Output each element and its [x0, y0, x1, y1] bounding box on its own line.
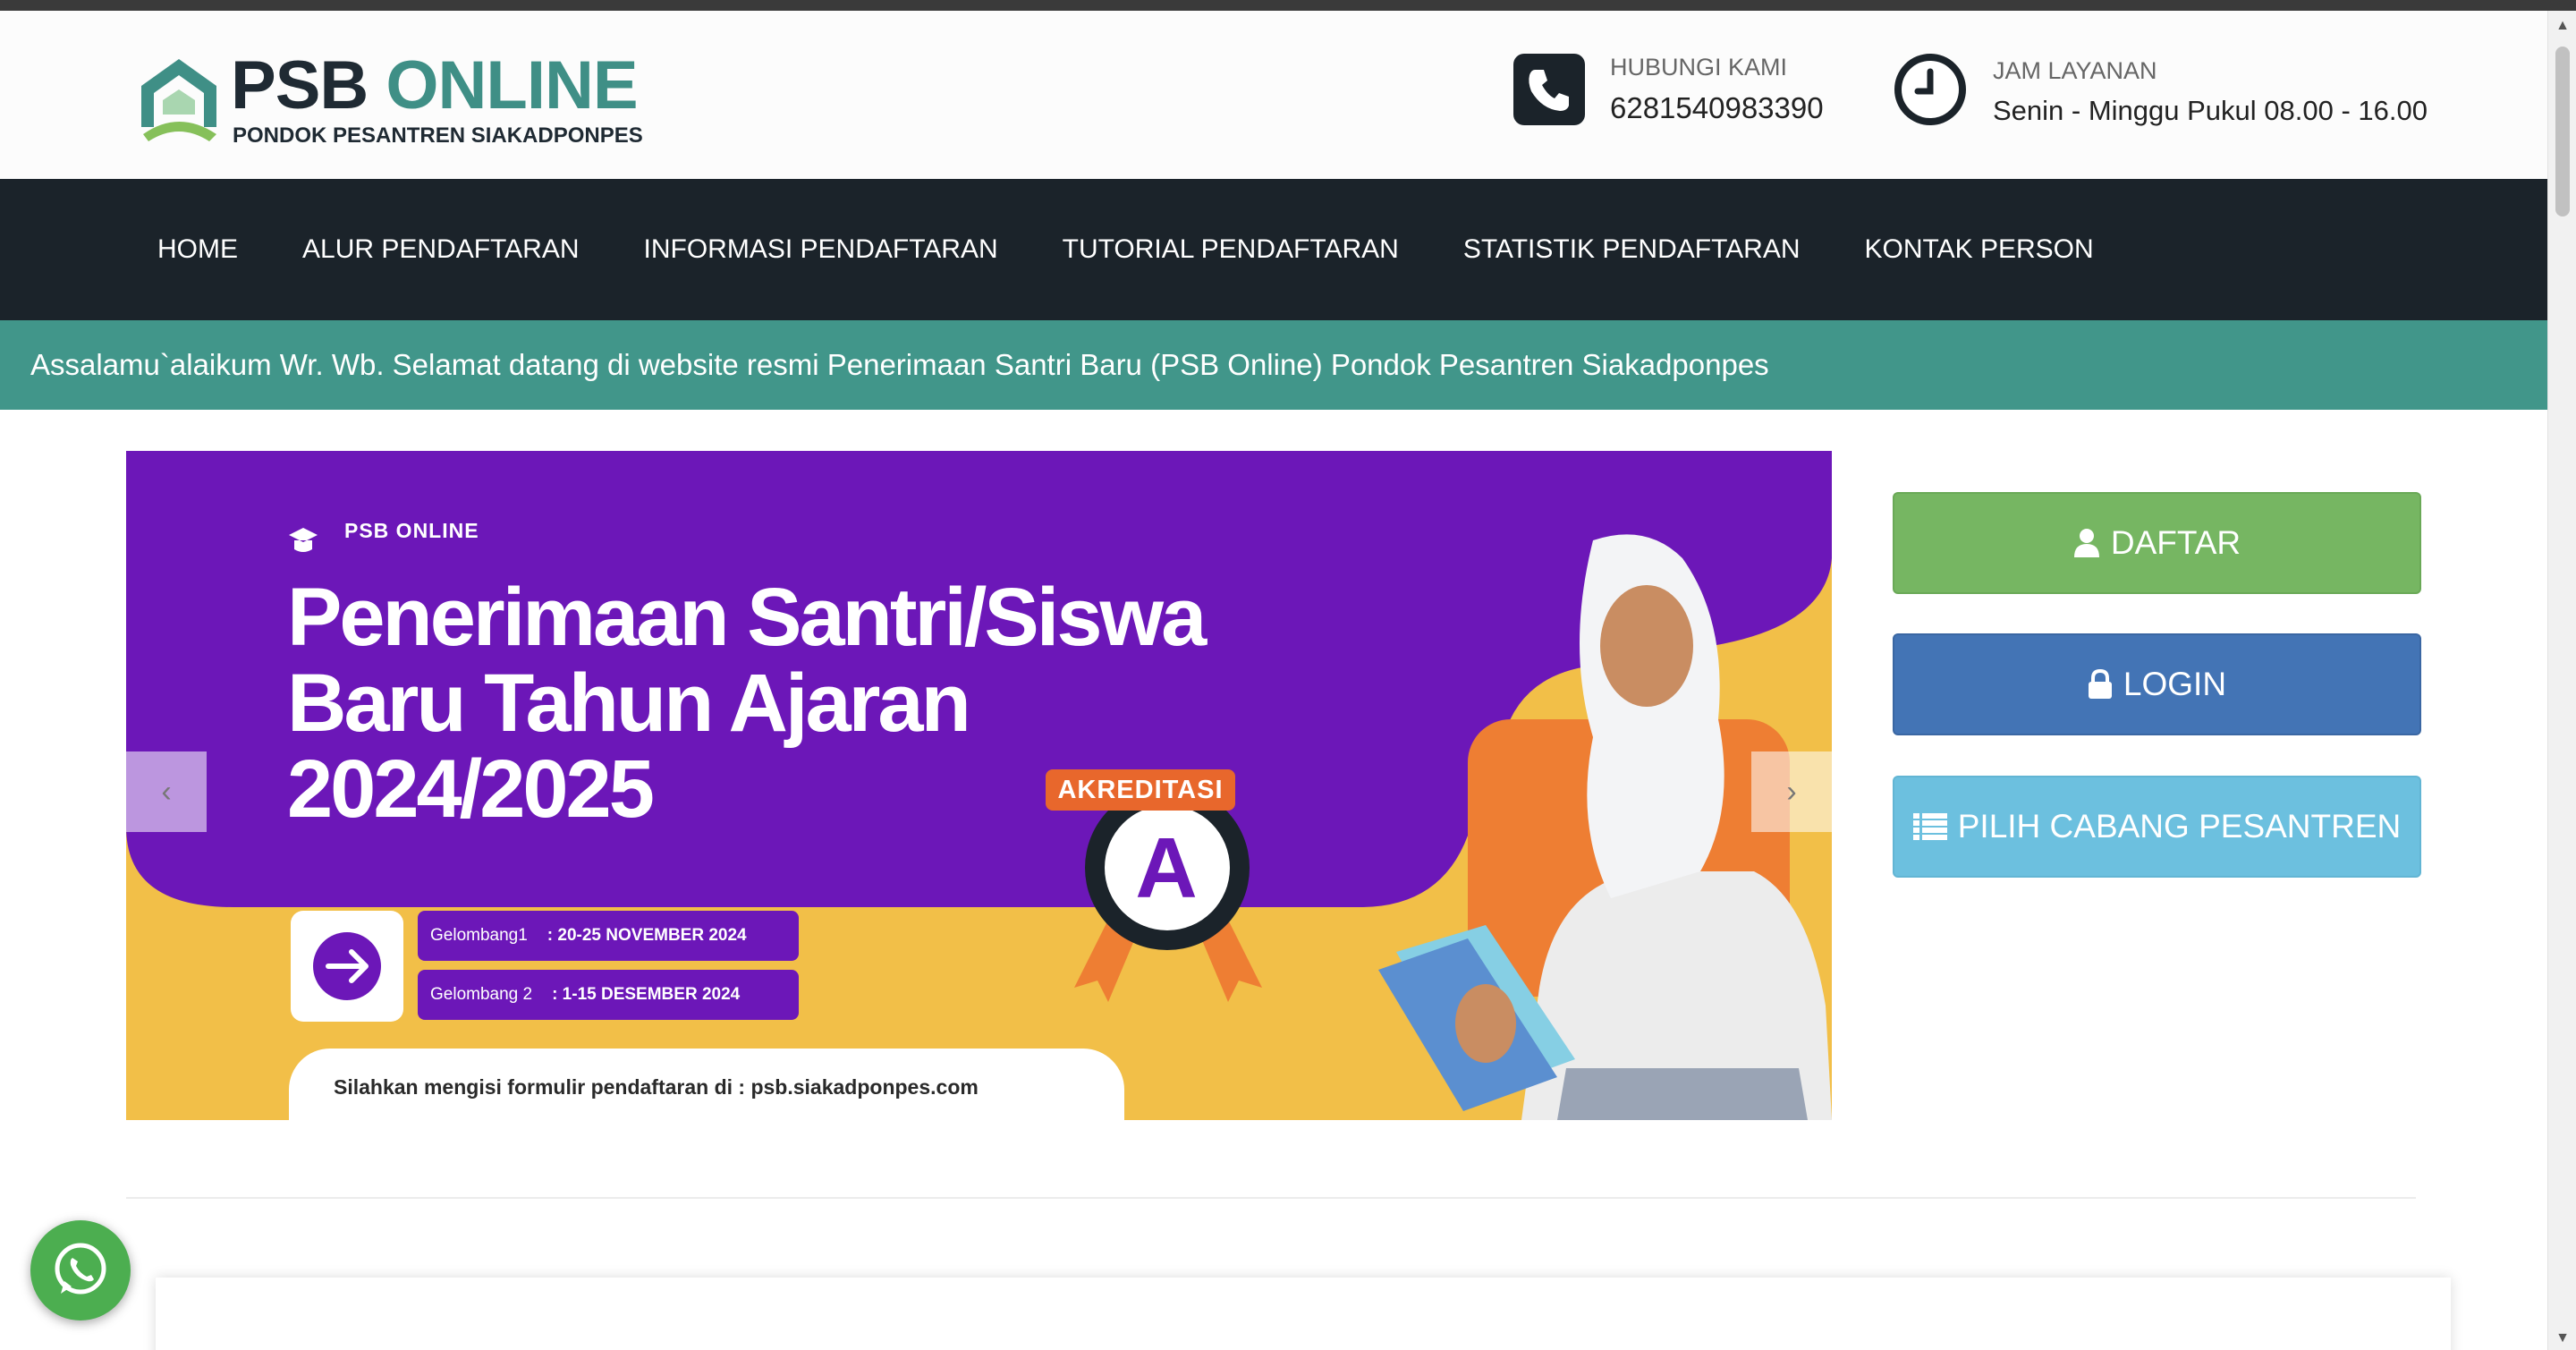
logo-subtitle: PONDOK PESANTREN SIAKADPONPES — [233, 123, 643, 148]
contact-label: HUBUNGI KAMI — [1610, 54, 1788, 81]
hours-value: Senin - Minggu Pukul 08.00 - 16.00 — [1993, 95, 2428, 126]
contact-phone[interactable]: 6281540983390 — [1610, 91, 1824, 125]
logo-emblem-icon — [141, 59, 216, 141]
wave-1-badge: Gelombang1: 20-25 NOVEMBER 2024 — [418, 911, 799, 961]
banner-brand: PSB ONLINE — [344, 519, 479, 542]
hero-carousel: PSB ONLINE Penerimaan Santri/Siswa Baru … — [126, 451, 1832, 1120]
carousel-next-button[interactable]: › — [1751, 751, 1832, 832]
lock-icon — [2088, 669, 2112, 699]
pilih-cabang-button[interactable]: PILIH CABANG PESANTREN — [1893, 776, 2421, 878]
daftar-button[interactable]: DAFTAR — [1893, 492, 2421, 594]
carousel-prev-button[interactable]: ‹ — [126, 751, 207, 832]
daftar-label: DAFTAR — [2110, 524, 2241, 561]
section-divider — [126, 1197, 2416, 1199]
nav-kontak-person[interactable]: KONTAK PERSON — [1865, 234, 2094, 265]
main-nav: HOME ALUR PENDAFTARAN INFORMASI PENDAFTA… — [0, 179, 2547, 320]
login-button[interactable]: LOGIN — [1893, 633, 2421, 735]
content-card — [156, 1278, 2451, 1350]
scrollbar-thumb[interactable] — [2555, 47, 2570, 217]
user-icon — [2073, 529, 2099, 557]
site-logo[interactable]: PSB ONLINE PONDOK PESANTREN SIAKADPONPES — [136, 47, 643, 157]
window-top-strip — [0, 0, 2576, 11]
accreditation-label: AKREDITASI — [1046, 769, 1235, 811]
chevron-right-icon: › — [1786, 774, 1797, 809]
nav-informasi-pendaftaran[interactable]: INFORMASI PENDAFTARAN — [644, 234, 998, 265]
nav-alur-pendaftaran[interactable]: ALUR PENDAFTARAN — [302, 234, 580, 265]
site-header: PSB ONLINE PONDOK PESANTREN SIAKADPONPES… — [0, 11, 2547, 179]
phone-icon — [1513, 54, 1585, 125]
nav-tutorial-pendaftaran[interactable]: TUTORIAL PENDAFTARAN — [1063, 234, 1399, 265]
scroll-down-arrow-icon[interactable]: ▼ — [2548, 1327, 2576, 1350]
list-icon — [1912, 813, 1947, 840]
welcome-marquee: Assalamu`alaikum Wr. Wb. Selamat datang … — [0, 320, 2547, 410]
banner-note: Silahkan mengisi formulir pendaftaran di… — [289, 1049, 1124, 1120]
chevron-left-icon: ‹ — [161, 774, 172, 809]
nav-home[interactable]: HOME — [157, 234, 238, 265]
login-label: LOGIN — [2123, 666, 2227, 702]
contact-block: HUBUNGI KAMI 6281540983390 — [1512, 43, 1869, 132]
logo-title: PSB ONLINE — [231, 47, 639, 123]
pilih-cabang-label: PILIH CABANG PESANTREN — [1957, 808, 2402, 845]
hours-label: JAM LAYANAN — [1993, 57, 2157, 84]
scroll-up-arrow-icon[interactable]: ▲ — [2548, 14, 2576, 38]
wave-2-badge: Gelombang 2: 1-15 DESEMBER 2024 — [418, 970, 799, 1020]
hours-block: JAM LAYANAN Senin - Minggu Pukul 08.00 -… — [1893, 43, 2501, 132]
whatsapp-icon — [55, 1243, 106, 1295]
page-scrollbar[interactable]: ▲ ▼ — [2547, 11, 2576, 1350]
accreditation-grade: A — [1135, 820, 1198, 916]
nav-statistik-pendaftaran[interactable]: STATISTIK PENDAFTARAN — [1463, 234, 1801, 265]
whatsapp-button[interactable] — [30, 1220, 131, 1320]
clock-icon — [1894, 54, 1966, 125]
